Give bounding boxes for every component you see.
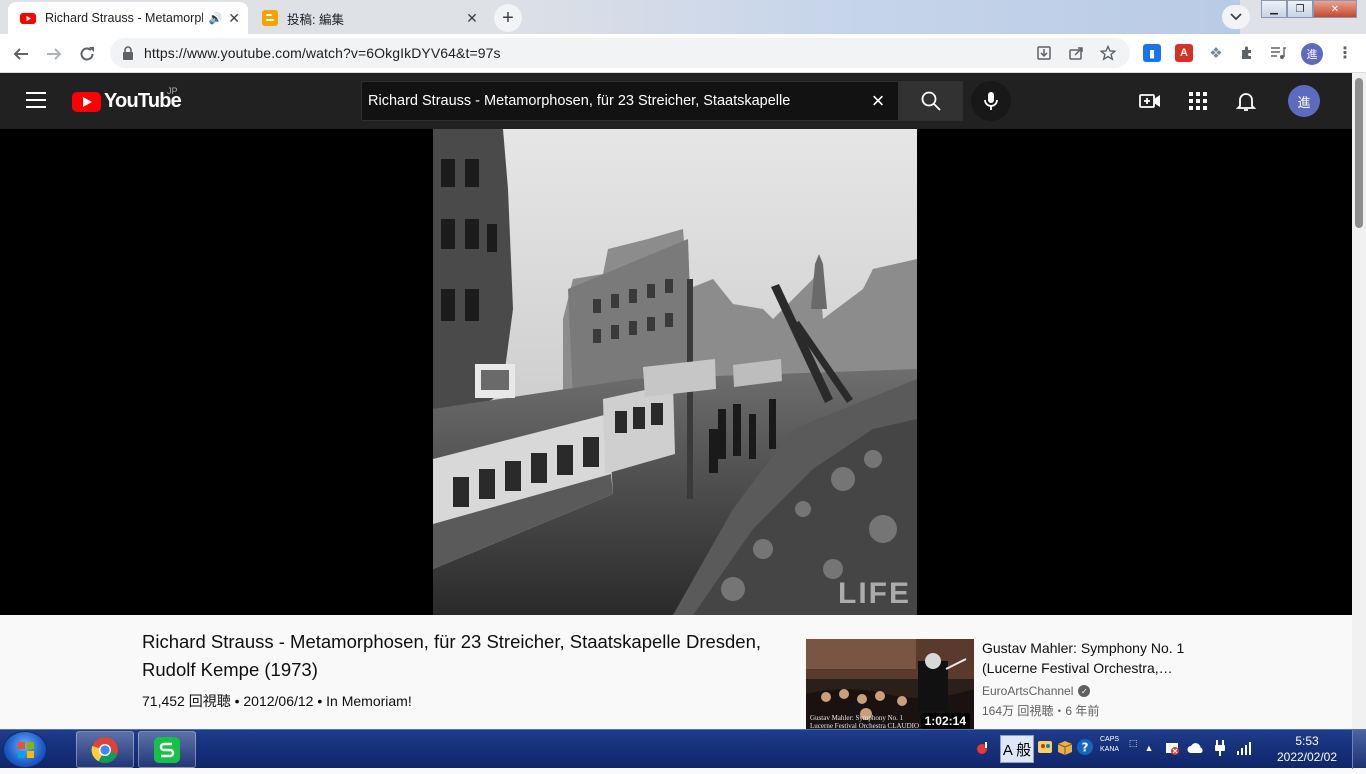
bookmark-extension-icon[interactable]: ▮ — [1143, 44, 1161, 62]
reload-icon — [80, 47, 94, 61]
power-plug-icon[interactable] — [1211, 739, 1229, 757]
youtube-header: YouTube JP Richard Strauss - Metamorphos… — [0, 73, 1352, 129]
related-video-channel[interactable]: EuroArtsChannel ✓ — [982, 684, 1091, 698]
youtube-search-button[interactable] — [899, 81, 963, 121]
clock-time: 5:53 — [1295, 734, 1319, 748]
voice-search-button[interactable] — [971, 81, 1011, 121]
show-desktop-button[interactable] — [1352, 730, 1366, 769]
arrow-left-icon — [13, 48, 28, 60]
window-controls: ▁ ❐ ✕ — [1261, 0, 1357, 18]
new-tab-button[interactable]: + — [494, 4, 522, 32]
tab-search-button[interactable] — [1222, 5, 1250, 29]
share-icon[interactable] — [1066, 43, 1086, 63]
svg-text:?: ? — [1082, 741, 1089, 755]
show-hidden-icons-arrow[interactable]: ▲ — [1140, 739, 1158, 757]
pdf-extension-icon[interactable]: A — [1175, 44, 1193, 62]
hamburger-menu-icon[interactable] — [26, 92, 46, 108]
clear-search-icon[interactable]: × — [858, 88, 898, 114]
video-title: Richard Strauss - Metamorphosen, für 23 … — [142, 631, 762, 680]
ime-tool-icon[interactable] — [1056, 738, 1074, 756]
youtube-play-logo-icon — [72, 91, 101, 112]
tab-title: Richard Strauss - Metamorphosen, für 23 … — [45, 11, 203, 25]
forward-button[interactable] — [41, 41, 67, 67]
region-code: JP — [167, 86, 178, 96]
clock-date: 2022/02/02 — [1276, 750, 1338, 764]
youtube-search-input[interactable]: Richard Strauss - Metamorphosen, für 23 … — [361, 81, 899, 121]
chrome-icon — [91, 736, 118, 763]
related-video-stats: 164万 回視聴・6 年前 — [982, 704, 1100, 718]
life-watermark: LIFE — [838, 577, 911, 610]
browser-profile-avatar[interactable]: 進 — [1301, 43, 1323, 65]
blogger-favicon-icon — [262, 10, 278, 26]
microphone-icon — [984, 92, 998, 110]
related-video-thumbnail[interactable]: Gustav Mahler: Symphony No. 1 Lucerne Fe… — [806, 639, 974, 733]
create-video-icon[interactable] — [1138, 89, 1162, 113]
verified-check-icon: ✓ — [1078, 685, 1091, 697]
video-player[interactable]: LIFE — [0, 129, 1352, 615]
taskbar-app-green[interactable] — [138, 731, 196, 768]
search-icon — [921, 91, 941, 111]
notifications-bell-icon[interactable] — [1234, 89, 1258, 113]
lock-icon — [123, 46, 133, 60]
ime-dictionary-icon[interactable] — [1036, 738, 1054, 756]
reload-button[interactable] — [74, 41, 100, 67]
media-controls-icon[interactable] — [1269, 44, 1287, 62]
tab-close-icon[interactable]: ✕ — [464, 10, 480, 26]
bookmark-star-icon[interactable] — [1098, 43, 1118, 63]
youtube-logo[interactable]: YouTube JP — [72, 86, 182, 113]
ime-help-icon[interactable]: ? — [1076, 738, 1094, 756]
speaker-icon[interactable]: 🔊 — [209, 12, 223, 25]
windows-taskbar: A 般 ? CAPS KANA ⬚ ▲ 5:53 2022/02/02 — [0, 729, 1366, 769]
page-scrollbar[interactable] — [1352, 73, 1366, 729]
address-bar[interactable]: https://www.youtube.com/watch?v=6OkgIkDY… — [110, 38, 1130, 68]
url-text: https://www.youtube.com/watch?v=6OkgIkDY… — [144, 45, 501, 61]
restore-button[interactable]: ❐ — [1287, 0, 1313, 18]
minimize-button[interactable]: ▁ — [1261, 0, 1287, 18]
channel-name[interactable]: EuroArtsChannel — [982, 684, 1073, 698]
browser-tab-strip: Richard Strauss - Metamorphosen, für 23 … — [0, 0, 1366, 34]
video-still-image — [433, 129, 917, 615]
video-duration-badge: 1:02:14 — [920, 713, 970, 729]
related-thumbnail-caption: Gustav Mahler: Symphony No. 1 Lucerne Fe… — [810, 714, 920, 730]
taskbar-chrome[interactable] — [76, 731, 134, 768]
tab-close-icon[interactable]: ✕ — [228, 10, 240, 26]
start-button[interactable] — [3, 731, 47, 768]
tab-blogger-edit[interactable]: 投稿: 編集 ✕ — [250, 2, 488, 34]
windows-logo-icon — [18, 742, 34, 758]
ime-mode-indicator[interactable]: A 般 — [1000, 735, 1034, 763]
related-video-title[interactable]: Gustav Mahler: Symphony No. 1 (Lucerne F… — [982, 638, 1202, 678]
tray-security-icon[interactable] — [1163, 739, 1181, 757]
caps-kana-indicator: CAPS KANA — [1100, 736, 1120, 753]
arrow-right-icon — [47, 48, 62, 60]
tab-strip-background — [490, 0, 1240, 34]
app-s-icon — [154, 736, 180, 763]
onedrive-cloud-icon[interactable] — [1187, 739, 1205, 757]
dropbox-extension-icon[interactable]: ❖ — [1207, 44, 1225, 62]
browser-menu-icon[interactable]: ⋮ — [1336, 44, 1354, 62]
browser-toolbar: https://www.youtube.com/watch?v=6OkgIkDY… — [0, 34, 1366, 73]
back-button[interactable] — [8, 41, 34, 67]
install-app-icon[interactable] — [1034, 43, 1054, 63]
video-meta: 71,452 回視聴 • 2012/06/12 • In Memoriam! — [142, 693, 412, 709]
scrollbar-thumb[interactable] — [1355, 78, 1363, 228]
extensions-puzzle-icon[interactable] — [1238, 44, 1256, 62]
youtube-account-avatar[interactable]: 進 — [1288, 85, 1320, 117]
apps-grid-icon[interactable] — [1186, 89, 1210, 113]
network-signal-icon[interactable] — [1235, 739, 1253, 757]
close-window-button[interactable]: ✕ — [1313, 0, 1357, 18]
search-query-text: Richard Strauss - Metamorphosen, für 23 … — [368, 93, 791, 109]
tab-youtube[interactable]: Richard Strauss - Metamorphosen, für 23 … — [8, 2, 248, 34]
chevron-down-icon — [1230, 13, 1242, 21]
youtube-favicon-icon — [20, 13, 36, 24]
tray-notification-icon[interactable] — [974, 739, 992, 757]
video-frame[interactable]: LIFE — [433, 129, 917, 615]
tab-title: 投稿: 編集 — [287, 12, 344, 27]
system-clock[interactable]: 5:53 2022/02/02 — [1270, 733, 1344, 765]
